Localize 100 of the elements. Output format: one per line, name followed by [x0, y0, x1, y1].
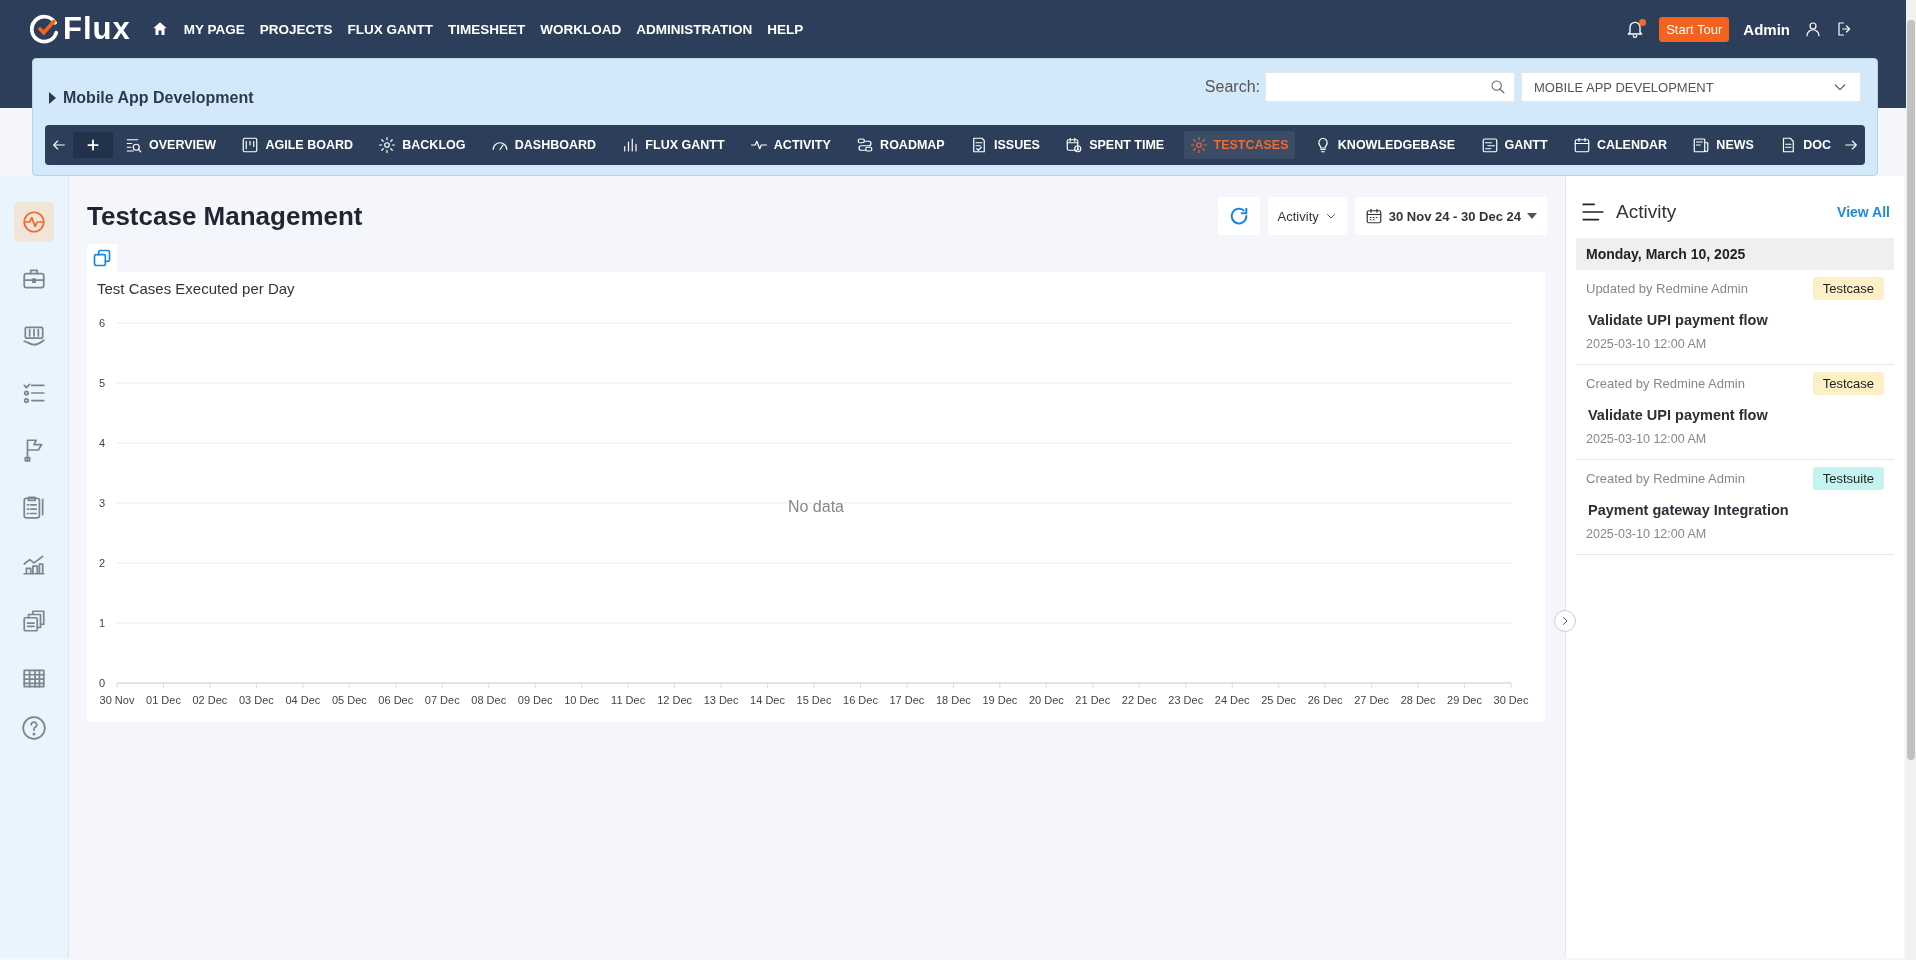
logo-check-icon [30, 14, 60, 44]
activity-title[interactable]: Payment gateway Integration [1586, 502, 1884, 518]
sidebar-item[interactable] [14, 202, 54, 242]
arrow-left-icon [51, 137, 67, 153]
logo-text: Flux [63, 11, 131, 47]
x-axis-label: 17 Dec [889, 694, 925, 706]
nav-tab[interactable]: ISSUES [964, 131, 1046, 159]
x-axis-label: 14 Dec [750, 694, 785, 706]
x-axis-label: 05 Dec [331, 694, 367, 706]
calendar-icon [1364, 207, 1383, 225]
x-axis-label: 11 Dec [611, 694, 646, 706]
scrollbar[interactable] [1906, 0, 1916, 960]
x-axis-label: 02 Dec [192, 694, 228, 706]
menu-link[interactable]: TIMESHEET [448, 21, 526, 37]
x-axis-label: 30 Nov [99, 694, 135, 706]
nav-tab[interactable]: DASHBOARD [484, 131, 603, 159]
x-axis-label: 24 Dec [1214, 694, 1250, 706]
y-axis-label: 3 [98, 497, 105, 509]
y-axis-label: 6 [98, 317, 105, 329]
y-axis-label: 5 [98, 377, 105, 389]
activity-time: 2025-03-10 12:00 AM [1586, 337, 1708, 351]
type-tag: Testcase [1812, 372, 1884, 395]
nav-tab[interactable]: CALENDAR [1566, 131, 1674, 159]
calendar-icon [1572, 136, 1591, 154]
x-axis-label: 09 Dec [517, 694, 553, 706]
gear-icon [378, 136, 397, 154]
nav-tab[interactable]: NEWS [1686, 131, 1760, 159]
x-axis-label: 28 Dec [1400, 694, 1436, 706]
x-axis-label: 06 Dec [378, 694, 414, 706]
activity-dropdown[interactable]: Activity [1267, 197, 1347, 235]
nav-tab[interactable]: ACTIVITY [743, 131, 837, 159]
x-axis-label: 03 Dec [238, 694, 274, 706]
clipboard-icon [21, 494, 47, 520]
menu-link[interactable]: WORKLOAD [540, 21, 622, 37]
gear-icon [1189, 136, 1208, 154]
search-field[interactable] [1265, 72, 1515, 102]
chart-title: Test Cases Executed per Day [97, 280, 295, 297]
refresh-button[interactable] [1217, 197, 1260, 235]
x-axis-label: 07 Dec [424, 694, 460, 706]
document-check-icon [970, 136, 988, 154]
x-axis-label: 30 Dec [1493, 694, 1529, 706]
x-axis-label: 23 Dec [1168, 694, 1204, 706]
user-name[interactable]: Admin [1743, 20, 1790, 38]
nav-tab[interactable]: KNOWLEDGEBASE [1307, 131, 1462, 159]
menu-link[interactable]: HELP [767, 21, 804, 37]
type-tag: Testcase [1812, 277, 1884, 300]
y-axis-label: 4 [98, 437, 105, 449]
nav-tab[interactable]: OVERVIEW [119, 131, 223, 159]
date-range-picker[interactable]: 30 Nov 24 - 30 Dec 24 [1354, 197, 1547, 235]
nav-tab[interactable]: BACKLOG [372, 131, 472, 159]
x-axis-label: 20 Dec [1028, 694, 1064, 706]
user-icon [1804, 20, 1822, 38]
add-button[interactable] [73, 132, 113, 158]
x-axis-label: 27 Dec [1354, 694, 1390, 706]
newspaper-icon [1692, 136, 1711, 154]
x-axis-label: 15 Dec [796, 694, 832, 706]
search-icon [1490, 79, 1506, 95]
x-axis-label: 29 Dec [1447, 694, 1482, 706]
panel-title: Activity [1616, 201, 1677, 223]
date-header: Monday, March 10, 2025 [1576, 238, 1894, 270]
project-select[interactable]: MOBILE APP DEVELOPMENT [1521, 72, 1861, 102]
x-axis-label: 01 Dec [146, 694, 181, 706]
x-axis-label: 25 Dec [1261, 694, 1297, 706]
checklist-icon [21, 380, 47, 406]
menu-link[interactable]: MY PAGE [183, 21, 245, 37]
pulse-icon [21, 209, 47, 235]
page-title: Testcase Management [87, 200, 363, 232]
calendar-clock-icon [1065, 136, 1084, 154]
x-axis-label: 18 Dec [935, 694, 971, 706]
board-icon [241, 136, 260, 154]
no-data-text: No data [787, 498, 844, 516]
activity-title[interactable]: Validate UPI payment flow [1586, 312, 1884, 328]
activity-action: Updated by Redmine Admin [1586, 281, 1748, 296]
panel-toggle[interactable] [1554, 610, 1576, 632]
caret-icon[interactable] [49, 92, 57, 104]
x-axis-label: 21 Dec [1075, 694, 1111, 706]
project-name[interactable]: Mobile App Development [63, 89, 254, 107]
search-label: Search: [1204, 78, 1260, 96]
search-list-icon [125, 136, 143, 154]
plus-icon [86, 138, 100, 152]
x-axis-label: 26 Dec [1307, 694, 1343, 706]
copy-icon [92, 248, 112, 268]
nav-tab[interactable]: DOC [1773, 131, 1837, 159]
nav-tab[interactable]: ROADMAP [850, 131, 951, 159]
activity-time: 2025-03-10 12:00 AM [1586, 432, 1708, 446]
x-axis-label: 19 Dec [982, 694, 1018, 706]
copy-button[interactable] [87, 244, 117, 272]
activity-title[interactable]: Validate UPI payment flow [1586, 407, 1884, 423]
nav-tab[interactable]: GANTT [1474, 131, 1554, 159]
menu-link[interactable]: ADMINISTRATION [636, 21, 753, 37]
nav-tab[interactable]: AGILE BOARD [235, 131, 359, 159]
nav-tab[interactable]: SPENT TIME [1059, 131, 1171, 159]
bar-chart-icon [621, 136, 640, 154]
view-all-link[interactable]: View All [1837, 204, 1890, 220]
activity-time: 2025-03-10 12:00 AM [1586, 527, 1708, 541]
y-axis-label: 0 [98, 677, 105, 689]
nav-tab[interactable]: FLUX GANTT [615, 131, 731, 159]
menu-link[interactable]: FLUX GANTT [347, 21, 434, 37]
x-axis-label: 16 Dec [843, 694, 878, 706]
menu-link[interactable]: PROJECTS [259, 21, 333, 37]
